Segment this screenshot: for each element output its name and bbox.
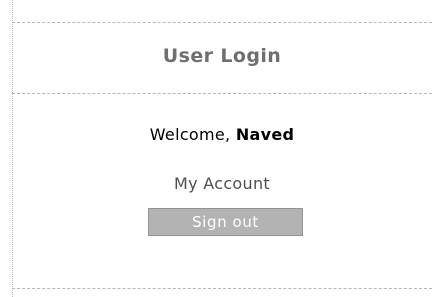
title-divider xyxy=(12,93,432,94)
top-divider xyxy=(12,22,432,23)
welcome-message: Welcome, Naved xyxy=(12,125,432,144)
panel-title: User Login xyxy=(162,45,282,67)
bottom-divider xyxy=(12,288,432,289)
sign-out-button[interactable]: Sign out xyxy=(148,208,303,236)
welcome-prefix: Welcome, xyxy=(149,125,236,144)
my-account-link[interactable]: My Account xyxy=(12,174,432,193)
user-login-panel: User Login Welcome, Naved My Account Sig… xyxy=(0,0,432,297)
username: Naved xyxy=(235,125,295,144)
